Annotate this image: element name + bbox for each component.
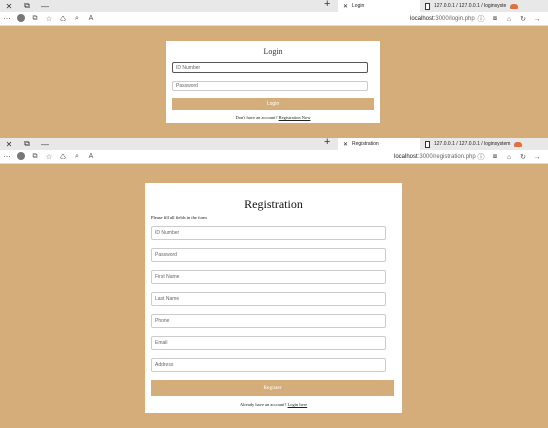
id-number-input[interactable]: ID Number	[151, 226, 386, 240]
extensions-icon[interactable]: ♺	[56, 153, 70, 161]
login-button[interactable]: Login	[172, 98, 374, 110]
refresh-icon[interactable]: ↻	[516, 153, 530, 161]
browser-toolbar: ⋯ ⧉ ☆ ♺ ⌕ A localhost:3000/login.php ⓘ ⧇…	[0, 12, 548, 26]
favicon-icon	[514, 141, 523, 147]
profile-icon[interactable]	[14, 13, 28, 24]
page-title: Login	[263, 47, 283, 56]
address-input[interactable]: Address	[151, 358, 386, 372]
login-prompt: Already have an account? Login here	[239, 402, 308, 407]
read-aloud-icon[interactable]: A	[84, 153, 98, 160]
forward-icon[interactable]: →	[530, 154, 544, 161]
tab-phpmyadmin[interactable]: 127.0.0.1 / 127.0.0.1 / loginsyste	[420, 0, 548, 12]
new-tab-icon[interactable]: +	[324, 0, 330, 10]
workspaces-icon[interactable]: ⧉	[28, 153, 42, 161]
close-tab-icon[interactable]: ✕	[343, 141, 348, 148]
login-card: Login ID Number Password Login Don't hav…	[166, 41, 380, 123]
favorites-icon[interactable]: ☆	[42, 15, 56, 23]
minimize-icon[interactable]: —	[36, 138, 54, 150]
refresh-icon[interactable]: ↻	[516, 15, 530, 23]
tab-actions-icon[interactable]: ⧉	[18, 138, 36, 150]
minimize-icon[interactable]: —	[36, 0, 54, 12]
profile-icon[interactable]	[14, 151, 28, 162]
password-input[interactable]: Password	[151, 248, 386, 262]
info-icon[interactable]: ⓘ	[474, 14, 488, 24]
browser-toolbar: ⋯ ⧉ ☆ ♺ ⌕ A localhost:3000/registration.…	[0, 150, 548, 164]
favicon-icon	[510, 3, 519, 9]
zoom-icon[interactable]: ⌕	[70, 15, 84, 23]
zoom-icon[interactable]: ⌕	[70, 153, 84, 161]
tab-login[interactable]: ✕ Login	[338, 0, 422, 12]
first-name-input[interactable]: First Name	[151, 270, 386, 284]
page-title: Registration	[244, 197, 303, 211]
address-bar[interactable]: localhost:3000/login.php	[410, 16, 475, 22]
menu-icon[interactable]: ⋯	[0, 15, 14, 23]
read-aloud-icon[interactable]: A	[84, 15, 98, 22]
favorites-icon[interactable]: ☆	[42, 153, 56, 161]
menu-icon[interactable]: ⋯	[0, 153, 14, 161]
browser-window-login: ✕ ⧉ — + ✕ Login 127.0.0.1 / 127.0.0.1 / …	[0, 0, 548, 138]
tab-actions-icon[interactable]: ⧉	[18, 0, 36, 12]
browser-window-registration: ✕ ⧉ — + ✕ Registration 127.0.0.1 / 127.0…	[0, 136, 548, 428]
tab-phpmyadmin[interactable]: 127.0.0.1 / 127.0.0.1 / loginsystem	[420, 138, 548, 150]
new-tab-icon[interactable]: +	[324, 136, 330, 148]
workspaces-icon[interactable]: ⧉	[28, 15, 42, 23]
forward-icon[interactable]: →	[530, 16, 544, 23]
extensions-icon[interactable]: ♺	[56, 15, 70, 23]
address-bar[interactable]: localhost:3000/registration.php	[394, 154, 476, 160]
page-icon	[425, 2, 430, 10]
info-icon[interactable]: ⓘ	[474, 152, 488, 162]
page-icon	[425, 140, 430, 148]
id-number-input[interactable]: ID Number	[172, 62, 368, 73]
collections-icon[interactable]: ⧇	[488, 153, 502, 161]
registration-card: Registration Please fill all fields in t…	[145, 183, 402, 413]
last-name-input[interactable]: Last Name	[151, 292, 386, 306]
password-input[interactable]: Password	[172, 81, 368, 91]
home-icon[interactable]: ⌂	[502, 154, 516, 161]
tab-bar: ✕ ⧉ — + ✕ Registration 127.0.0.1 / 127.0…	[0, 136, 548, 150]
register-link[interactable]: Registration Now	[279, 115, 311, 120]
form-hint: Please fill all fields in the form	[151, 215, 207, 220]
tab-registration[interactable]: ✕ Registration	[338, 138, 422, 150]
login-link[interactable]: Login here	[288, 402, 308, 407]
collections-icon[interactable]: ⧇	[488, 15, 502, 23]
close-icon[interactable]: ✕	[0, 138, 18, 150]
register-button[interactable]: Register	[151, 380, 394, 396]
home-icon[interactable]: ⌂	[502, 16, 516, 23]
phone-input[interactable]: Phone	[151, 314, 386, 328]
register-prompt: Don't have an account? Registration Now	[235, 115, 311, 120]
close-tab-icon[interactable]: ✕	[343, 3, 348, 10]
close-icon[interactable]: ✕	[0, 0, 18, 12]
email-input[interactable]: Email	[151, 336, 386, 350]
tab-bar: ✕ ⧉ — + ✕ Login 127.0.0.1 / 127.0.0.1 / …	[0, 0, 548, 12]
